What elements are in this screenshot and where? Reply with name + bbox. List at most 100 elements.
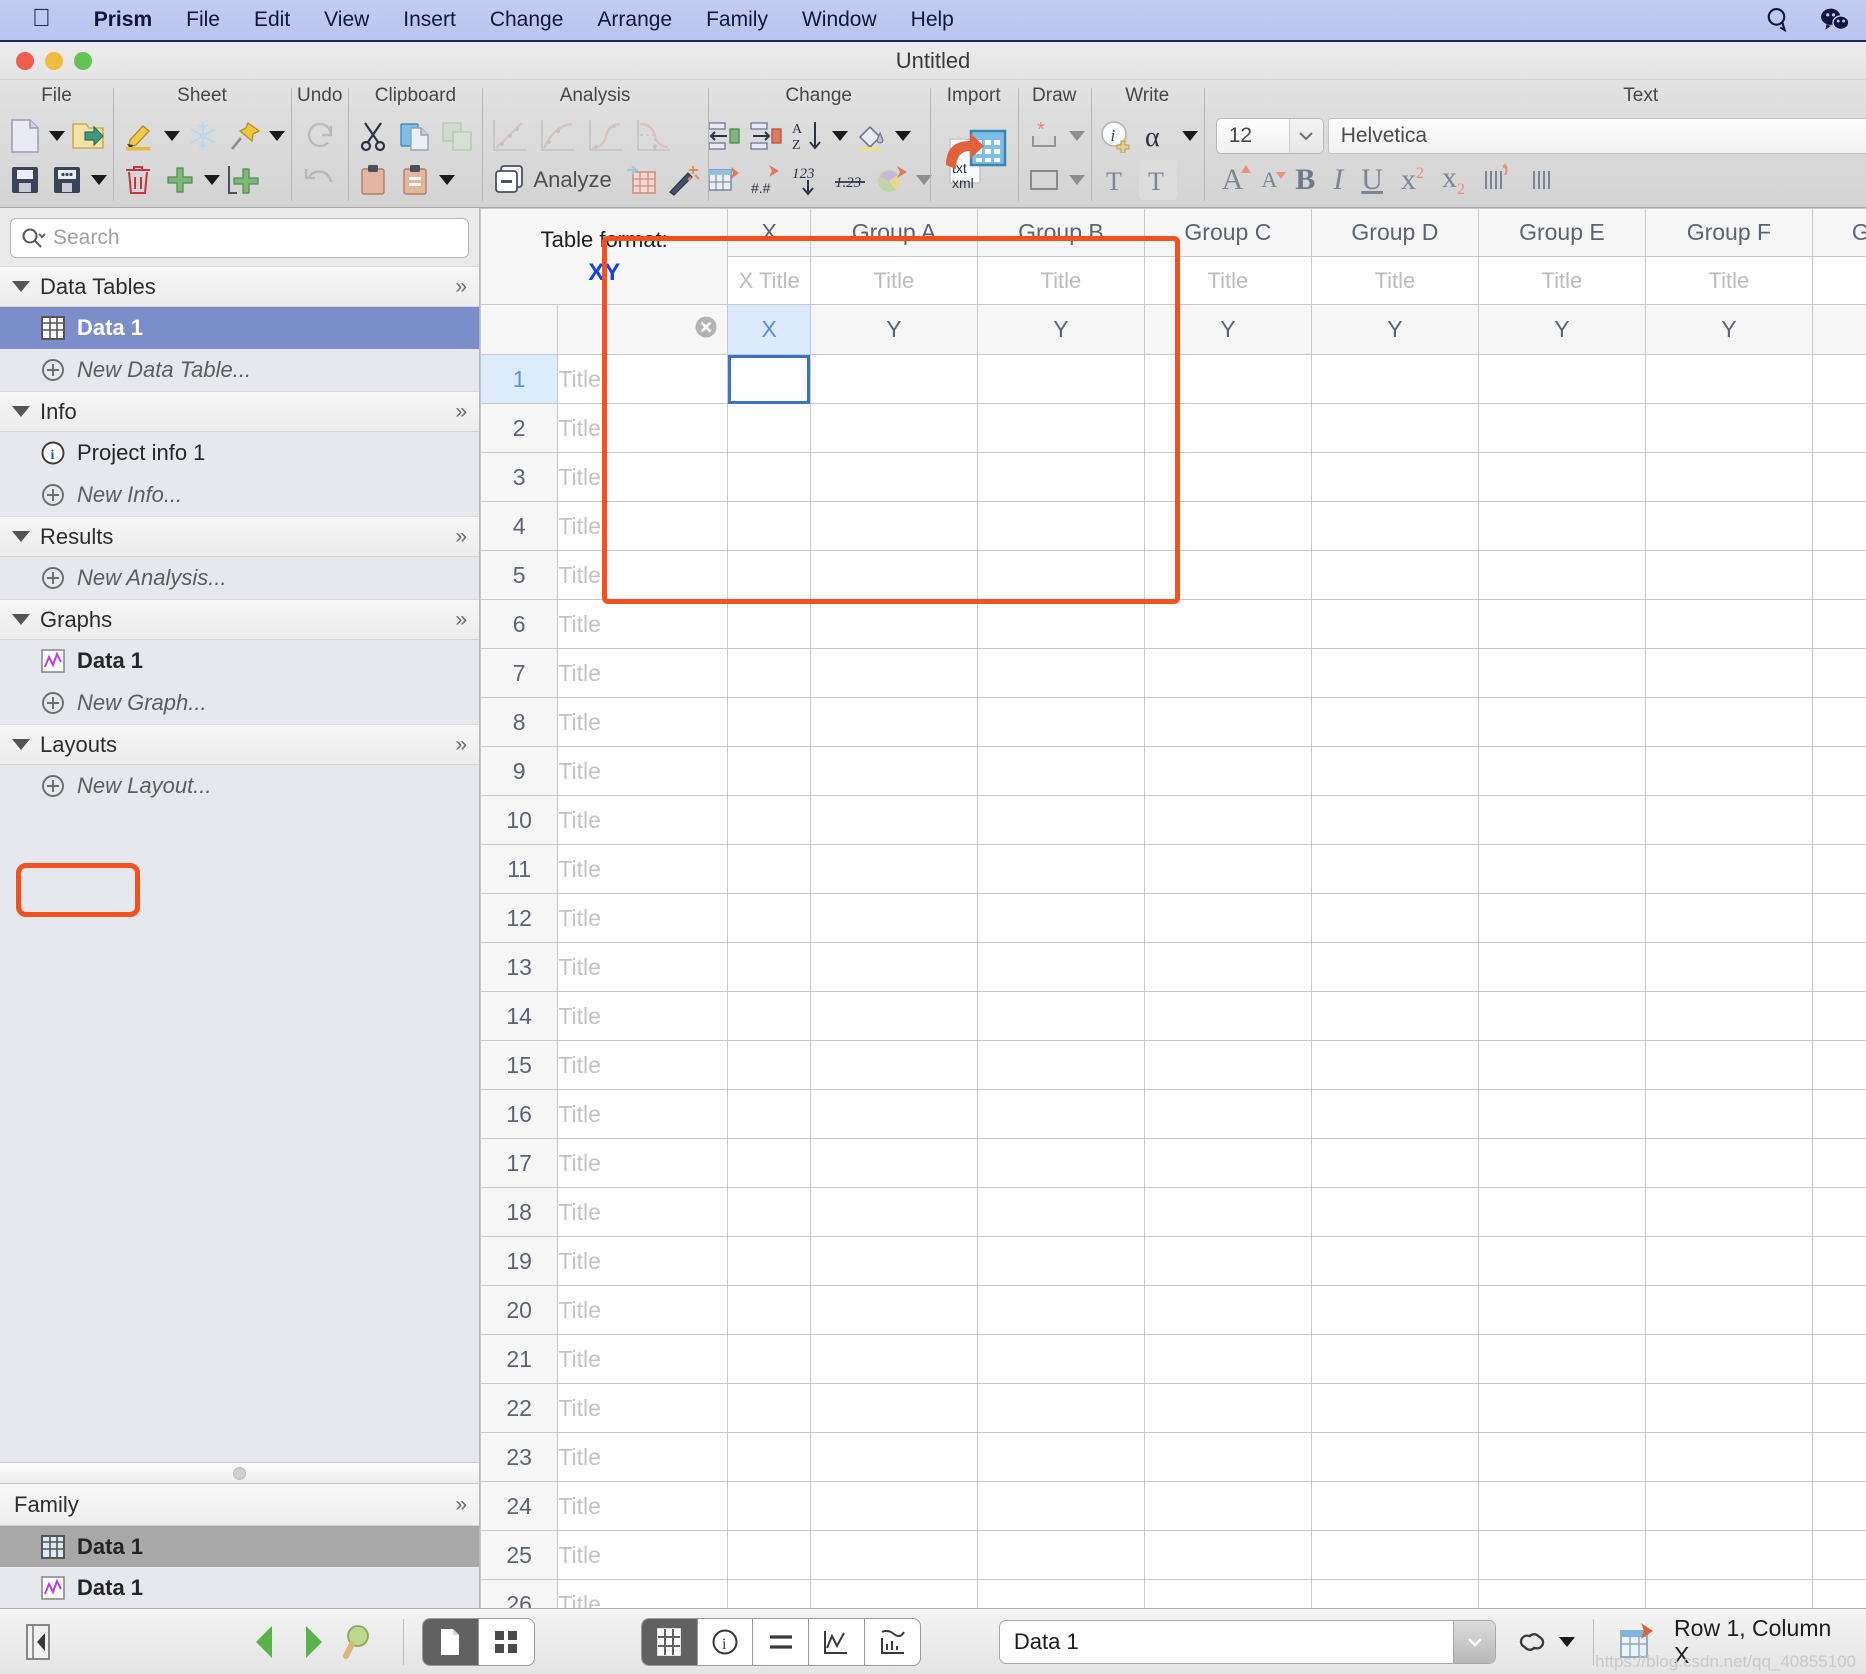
data-cell[interactable] <box>809 1187 978 1237</box>
text-box-button[interactable]: T <box>1138 160 1177 200</box>
undo-button[interactable] <box>301 160 339 200</box>
data-cell[interactable] <box>1310 991 1479 1041</box>
table-row[interactable]: 24 Title <box>480 1481 1866 1531</box>
data-cell[interactable] <box>1811 1432 1866 1482</box>
highlight-button[interactable] <box>119 116 159 156</box>
first-sheet-button[interactable] <box>14 1618 62 1666</box>
text-object-button[interactable]: T <box>1097 160 1135 200</box>
data-cell[interactable] <box>1811 403 1866 453</box>
row-number[interactable]: 2 <box>480 403 559 453</box>
data-cell[interactable] <box>976 991 1145 1041</box>
column-subtitle-group-d[interactable]: Title <box>1310 256 1479 305</box>
new-file-dropdown-caret[interactable] <box>49 131 65 141</box>
data-cell[interactable] <box>1477 1334 1646 1384</box>
data-cell[interactable] <box>809 1334 978 1384</box>
data-cell[interactable] <box>1644 942 1813 992</box>
data-cell[interactable] <box>1477 942 1646 992</box>
highlight-dropdown-caret[interactable] <box>164 131 180 141</box>
data-cell[interactable] <box>809 1089 978 1139</box>
section-expand-graphs-icon[interactable]: » <box>455 608 467 632</box>
data-cell[interactable] <box>1310 1285 1479 1335</box>
row-title-cell[interactable]: Title <box>557 550 729 600</box>
data-cell[interactable] <box>1310 354 1479 404</box>
increase-font-size-button[interactable]: A <box>1222 165 1252 195</box>
text-direction-left-button[interactable] <box>1483 163 1513 197</box>
table-row[interactable]: 13 Title <box>480 942 1866 992</box>
dose-response-button[interactable] <box>584 116 628 156</box>
row-number[interactable]: 7 <box>480 648 559 698</box>
table-row[interactable]: 15 Title <box>480 1040 1866 1090</box>
data-cell[interactable] <box>1811 991 1866 1041</box>
data-cell[interactable] <box>727 697 811 747</box>
table-row[interactable]: 5 Title <box>480 550 1866 600</box>
data-cell[interactable] <box>1310 1432 1479 1482</box>
data-cell[interactable] <box>809 844 978 894</box>
table-row[interactable]: 26 Title <box>480 1579 1866 1608</box>
column-header-group-f[interactable]: Group F <box>1644 208 1813 257</box>
row-title-cell[interactable]: Title <box>557 1530 729 1580</box>
row-title-cell[interactable]: Title <box>557 1236 729 1286</box>
add-graph-sheet-button[interactable] <box>224 160 262 200</box>
data-cell[interactable] <box>727 1285 811 1335</box>
data-cell[interactable] <box>1477 1236 1646 1286</box>
column-subtitle-group-e[interactable]: Title <box>1477 256 1646 305</box>
data-cell[interactable] <box>976 1481 1145 1531</box>
data-cell[interactable] <box>1644 501 1813 551</box>
data-cell[interactable] <box>1811 697 1866 747</box>
transform-table-button[interactable] <box>622 160 660 200</box>
disclosure-triangle-icon[interactable] <box>12 739 30 750</box>
row-title-cell[interactable]: Title <box>557 354 729 404</box>
table-row[interactable]: 17 Title <box>480 1138 1866 1188</box>
data-cell[interactable] <box>727 550 811 600</box>
data-cell[interactable] <box>976 1285 1145 1335</box>
data-cell[interactable] <box>1477 1040 1646 1090</box>
section-header-layouts[interactable]: Layouts » <box>0 724 479 765</box>
menu-item-view[interactable]: View <box>307 8 386 32</box>
data-cell[interactable] <box>1143 1138 1312 1188</box>
disclosure-triangle-icon[interactable] <box>12 281 30 292</box>
data-cell[interactable] <box>1143 648 1312 698</box>
spotlight-search-icon[interactable] <box>1764 5 1794 35</box>
table-row[interactable]: 20 Title <box>480 1285 1866 1335</box>
row-number[interactable]: 8 <box>480 697 559 747</box>
italic-button[interactable]: I <box>1333 165 1343 195</box>
data-cell[interactable] <box>1811 893 1866 943</box>
column-header-group-b[interactable]: Group B <box>976 208 1145 257</box>
table-row[interactable]: 2 Title <box>480 403 1866 453</box>
data-cell[interactable] <box>727 1040 811 1090</box>
disclosure-triangle-icon[interactable] <box>12 406 30 417</box>
row-title-cell[interactable]: Title <box>557 1432 729 1482</box>
data-cell[interactable] <box>1644 697 1813 747</box>
data-cell[interactable] <box>976 403 1145 453</box>
row-title-cell[interactable]: Title <box>557 697 729 747</box>
data-table-sheet[interactable]: Table format: XY X Group A Group B Group… <box>480 208 1866 1608</box>
data-cell[interactable] <box>976 1579 1145 1608</box>
column-header-group-d[interactable]: Group D <box>1310 208 1479 257</box>
data-cell[interactable] <box>1477 550 1646 600</box>
data-cell[interactable] <box>809 403 978 453</box>
color-scheme-button[interactable] <box>873 160 911 200</box>
column-header-group-c[interactable]: Group C <box>1143 208 1312 257</box>
duplicate-button[interactable] <box>438 116 476 156</box>
data-cell[interactable] <box>727 1138 811 1188</box>
data-cell[interactable] <box>727 844 811 894</box>
data-cell[interactable] <box>1143 403 1312 453</box>
row-title-cell[interactable]: Title <box>557 893 729 943</box>
data-cell[interactable] <box>1477 795 1646 845</box>
data-cell[interactable] <box>1143 1432 1312 1482</box>
data-cell[interactable] <box>727 942 811 992</box>
graph-icon[interactable] <box>809 1618 865 1665</box>
data-cell[interactable] <box>1644 1334 1813 1384</box>
data-cell[interactable] <box>809 452 978 502</box>
data-cell[interactable] <box>1811 1187 1866 1237</box>
fill-color-button[interactable] <box>852 116 890 156</box>
data-cell[interactable] <box>976 1383 1145 1433</box>
data-cell[interactable] <box>1811 1579 1866 1608</box>
data-cell[interactable] <box>1143 1579 1312 1608</box>
data-cell[interactable] <box>1477 1383 1646 1433</box>
column-subtitle-group-b[interactable]: Title <box>976 256 1145 305</box>
data-cell[interactable] <box>809 1285 978 1335</box>
data-cell[interactable] <box>809 599 978 649</box>
data-cell[interactable] <box>1143 991 1312 1041</box>
family-item-data-table[interactable]: Data 1 <box>0 1526 479 1567</box>
